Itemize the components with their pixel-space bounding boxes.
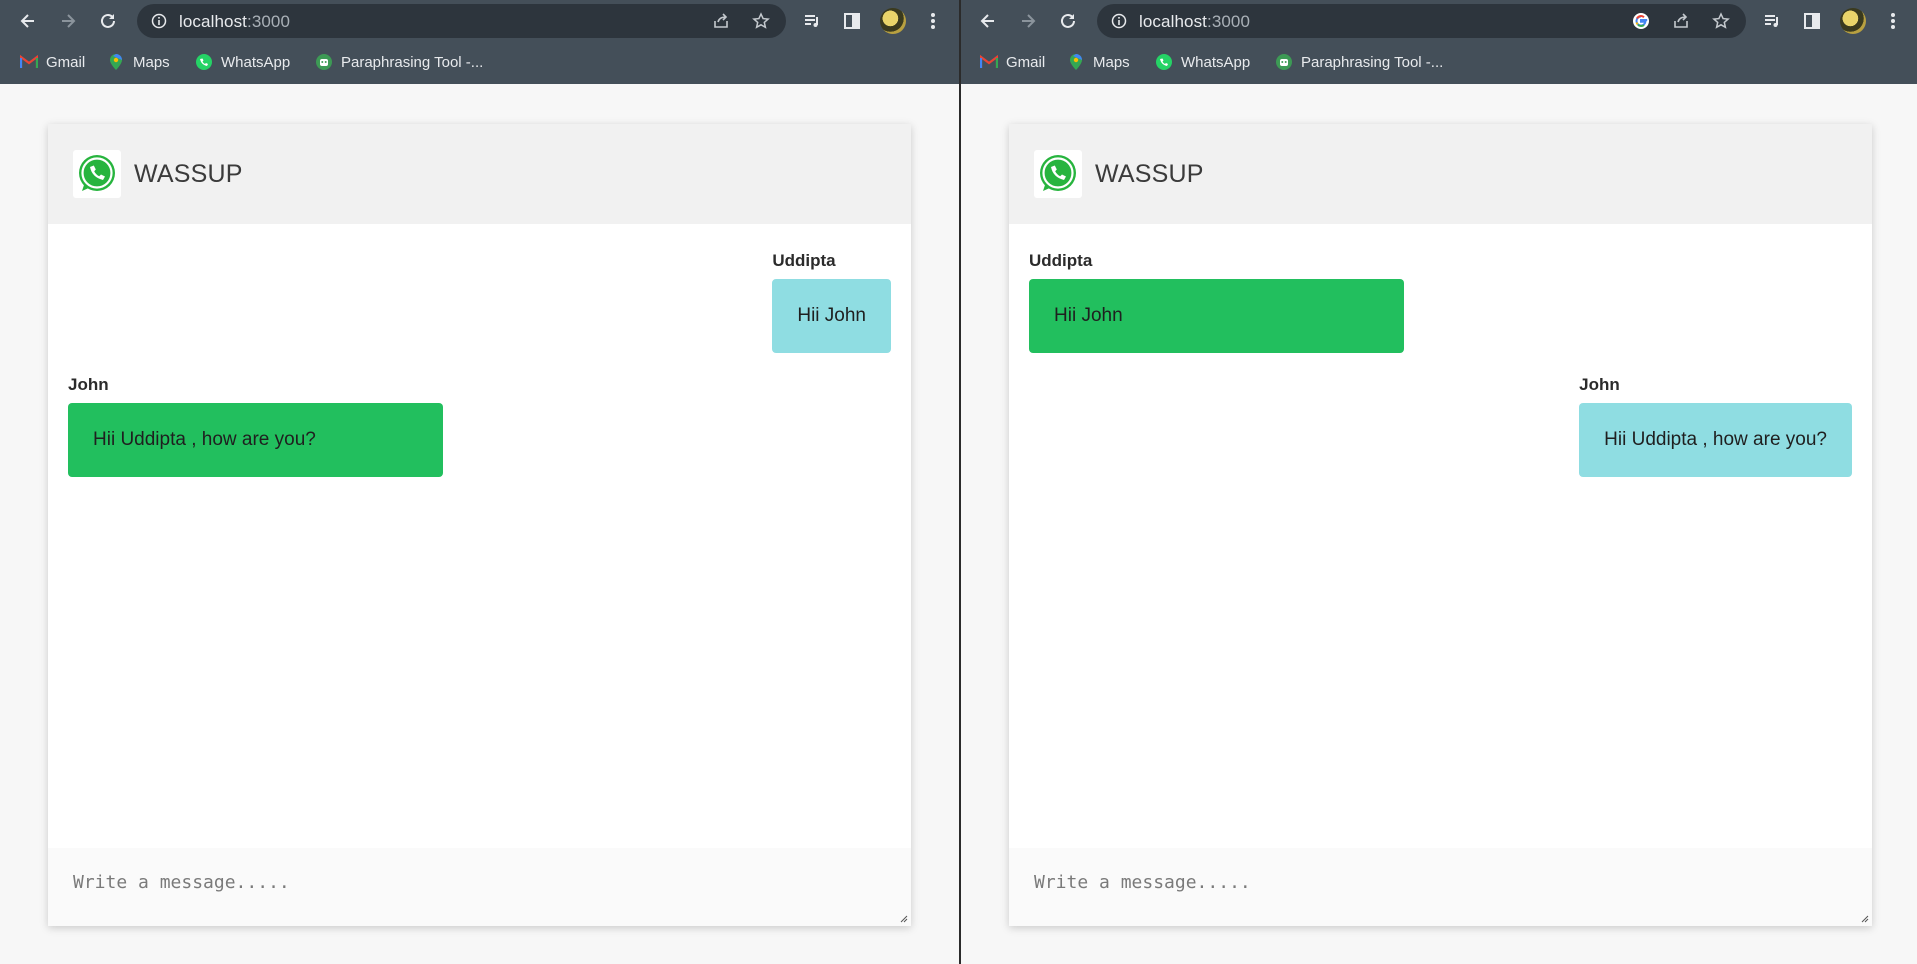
chat-app-card: WASSUP Uddipta Hii John John Hii Uddipta… — [1009, 124, 1872, 926]
back-icon[interactable] — [13, 6, 43, 36]
maps-icon — [1067, 53, 1085, 71]
menu-kebab-icon[interactable] — [1878, 6, 1908, 36]
message-composer — [48, 848, 911, 926]
bookmark-gmail[interactable]: Gmail — [20, 51, 85, 73]
url-port: :3000 — [1207, 12, 1251, 31]
bookmark-paraphrasing-tool[interactable]: Paraphrasing Tool -... — [1275, 51, 1443, 73]
bookmark-label: Maps — [1093, 53, 1130, 71]
browser-chrome: localhost:3000 Gmail Maps WhatsApp Parap… — [961, 0, 1917, 84]
site-info-icon[interactable] — [1111, 13, 1127, 34]
profile-avatar[interactable] — [880, 8, 906, 34]
bookmark-label: Maps — [133, 53, 170, 71]
message-sender: Uddipta — [1029, 251, 1093, 270]
gmail-icon — [20, 53, 38, 71]
message-composer — [1009, 848, 1872, 926]
resize-grip-icon[interactable] — [898, 913, 908, 923]
message-input[interactable] — [48, 848, 911, 926]
bookmark-label: Paraphrasing Tool -... — [1301, 53, 1444, 71]
reload-icon[interactable] — [1053, 6, 1083, 36]
whatsapp-logo-icon — [73, 150, 121, 198]
bookmark-label: Gmail — [1006, 53, 1046, 71]
bookmark-maps[interactable]: Maps — [1067, 51, 1130, 73]
message-sender: Uddipta — [772, 251, 836, 270]
share-icon[interactable] — [711, 11, 731, 31]
message-bubble: Hii John — [1029, 279, 1404, 353]
bookmark-label: Gmail — [46, 53, 86, 71]
message-sender: John — [1579, 375, 1620, 394]
forward-icon[interactable] — [53, 6, 83, 36]
whatsapp-icon — [1155, 53, 1173, 71]
message-item: John Hii Uddipta , how are you? — [1579, 375, 1852, 477]
bookmark-whatsapp[interactable]: WhatsApp — [1155, 51, 1250, 73]
bookmark-whatsapp[interactable]: WhatsApp — [195, 51, 290, 73]
app-title: WASSUP — [134, 160, 243, 188]
browser-toolbar: localhost:3000 — [0, 0, 959, 42]
maps-icon — [107, 53, 125, 71]
menu-kebab-icon[interactable] — [918, 6, 948, 36]
browser-window-left: localhost:3000 Gmail Maps WhatsApp Parap… — [0, 0, 959, 964]
address-url[interactable]: localhost:3000 — [179, 12, 290, 32]
bookmark-star-icon[interactable] — [751, 11, 771, 31]
bookmark-label: Paraphrasing Tool -... — [341, 53, 484, 71]
message-input[interactable] — [1009, 848, 1872, 926]
side-panel-icon[interactable] — [837, 6, 867, 36]
message-item: Uddipta Hii John — [772, 251, 891, 353]
message-bubble: Hii John — [772, 279, 891, 353]
url-host: localhost — [179, 12, 247, 31]
browser-window-right: localhost:3000 Gmail Maps WhatsApp Parap… — [961, 0, 1917, 964]
address-bar[interactable]: localhost:3000 — [1097, 4, 1746, 38]
site-info-icon[interactable] — [151, 13, 167, 34]
message-bubble: Hii Uddipta , how are you? — [68, 403, 443, 477]
browser-chrome: localhost:3000 Gmail Maps WhatsApp Parap… — [0, 0, 959, 84]
forward-icon[interactable] — [1013, 6, 1043, 36]
address-url[interactable]: localhost:3000 — [1139, 12, 1250, 32]
message-bubble: Hii Uddipta , how are you? — [1579, 403, 1852, 477]
url-host: localhost — [1139, 12, 1207, 31]
robot-icon — [1275, 53, 1293, 71]
reading-list-icon[interactable] — [1757, 6, 1787, 36]
gmail-icon — [980, 53, 998, 71]
app-header: WASSUP — [48, 124, 911, 224]
message-sender: John — [68, 375, 109, 394]
message-item: John Hii Uddipta , how are you? — [68, 375, 443, 477]
app-title: WASSUP — [1095, 160, 1204, 188]
app-header: WASSUP — [1009, 124, 1872, 224]
bookmark-star-icon[interactable] — [1711, 11, 1731, 31]
bookmark-label: WhatsApp — [221, 53, 291, 71]
reload-icon[interactable] — [93, 6, 123, 36]
whatsapp-icon — [195, 53, 213, 71]
bookmark-maps[interactable]: Maps — [107, 51, 170, 73]
share-icon[interactable] — [1671, 11, 1691, 31]
profile-avatar[interactable] — [1840, 8, 1866, 34]
chat-app-card: WASSUP Uddipta Hii John John Hii Uddipta… — [48, 124, 911, 926]
reading-list-icon[interactable] — [797, 6, 827, 36]
back-icon[interactable] — [973, 6, 1003, 36]
google-icon[interactable] — [1631, 11, 1651, 31]
address-bar[interactable]: localhost:3000 — [137, 4, 786, 38]
side-panel-icon[interactable] — [1797, 6, 1827, 36]
message-item: Uddipta Hii John — [1029, 251, 1404, 353]
bookmarks-bar: Gmail Maps WhatsApp Paraphrasing Tool -.… — [0, 46, 959, 76]
bookmarks-bar: Gmail Maps WhatsApp Paraphrasing Tool -.… — [961, 46, 1917, 76]
bookmark-paraphrasing-tool[interactable]: Paraphrasing Tool -... — [315, 51, 483, 73]
robot-icon — [315, 53, 333, 71]
resize-grip-icon[interactable] — [1859, 913, 1869, 923]
bookmark-gmail[interactable]: Gmail — [980, 51, 1045, 73]
browser-toolbar: localhost:3000 — [961, 0, 1917, 42]
bookmark-label: WhatsApp — [1181, 53, 1251, 71]
url-port: :3000 — [247, 12, 291, 31]
whatsapp-logo-icon — [1034, 150, 1082, 198]
